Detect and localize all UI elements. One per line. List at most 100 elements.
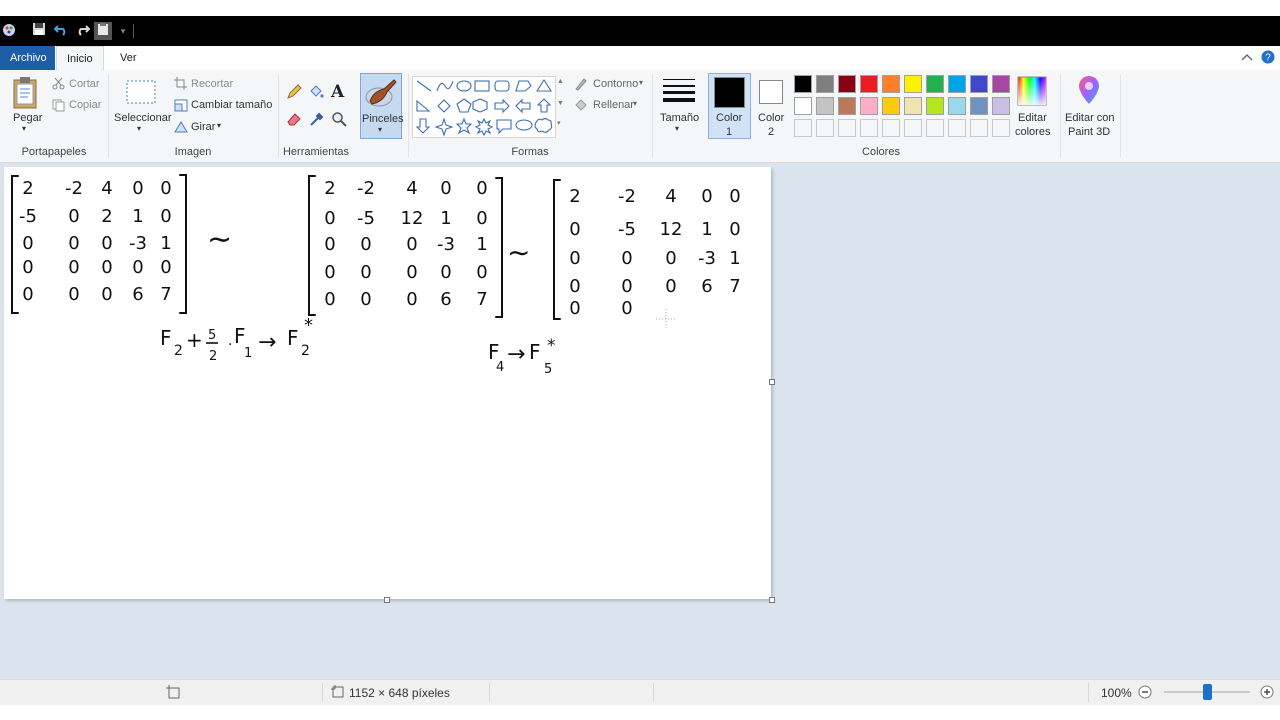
resize-handle-corner[interactable] — [769, 597, 775, 603]
select-dropdown-icon[interactable]: ▾ — [137, 124, 141, 133]
matrix2-right-bracket — [495, 177, 503, 318]
paste-dropdown-icon[interactable]: ▾ — [22, 124, 26, 133]
palette-color-swatch[interactable] — [860, 75, 878, 93]
matrix-entry: 0 — [360, 234, 371, 255]
group-separator — [1120, 74, 1121, 158]
palette-empty-swatch[interactable] — [904, 119, 922, 137]
paint-app-icon[interactable] — [0, 22, 18, 40]
line-size-icon[interactable] — [662, 77, 696, 108]
shapes-gallery[interactable] — [412, 76, 556, 138]
op1-dot: · — [228, 337, 232, 353]
color2-swatch[interactable] — [759, 80, 783, 104]
palette-color-swatch[interactable] — [838, 97, 856, 115]
matrix-entry: 0 — [68, 284, 79, 305]
palette-empty-swatch[interactable] — [926, 119, 944, 137]
palette-color-swatch[interactable] — [794, 75, 812, 93]
clipboard-qat-icon[interactable] — [94, 22, 112, 40]
zoom-slider-thumb[interactable] — [1203, 684, 1212, 700]
tab-archivo[interactable]: Archivo — [0, 46, 55, 70]
drawing-canvas[interactable]: 2 -2 4 0 0 -5 0 2 1 0 0 0 0 -3 1 0 0 0 0 0 0 0 0 6 7 2 -2 4 0 0 0 -5 12… — [4, 167, 771, 599]
palette-color-swatch[interactable] — [904, 97, 922, 115]
tab-ver[interactable]: Ver — [110, 46, 147, 70]
paint3d-line1[interactable]: Editar con — [1065, 112, 1115, 124]
palette-empty-swatch[interactable] — [860, 119, 878, 137]
shapes-expand-icon[interactable]: ▾ — [557, 120, 561, 128]
magnifier-icon[interactable] — [331, 111, 347, 130]
palette-color-swatch[interactable] — [948, 97, 966, 115]
tab-inicio[interactable]: Inicio — [56, 46, 104, 71]
tilde-1: ∼ — [207, 222, 232, 257]
paint3d-line2[interactable]: Paint 3D — [1068, 126, 1110, 138]
palette-empty-swatch[interactable] — [970, 119, 988, 137]
text-tool-icon[interactable]: A — [331, 82, 344, 102]
pencil-icon[interactable] — [286, 84, 302, 103]
zoom-out-icon[interactable] — [1138, 685, 1152, 702]
paste-icon[interactable] — [12, 76, 40, 113]
palette-color-swatch[interactable] — [860, 97, 878, 115]
collapse-ribbon-icon[interactable] — [1240, 51, 1254, 68]
paint3d-icon[interactable] — [1076, 76, 1102, 109]
matrix-entry: 6 — [440, 289, 451, 310]
help-icon[interactable]: ? — [1261, 50, 1275, 67]
shapes-scroll-down-icon[interactable]: ▼ — [557, 100, 564, 108]
resize-handle-right[interactable] — [769, 379, 775, 385]
status-separator — [489, 683, 490, 702]
resize-button[interactable]: Cambiar tamaño — [191, 99, 272, 111]
palette-empty-swatch[interactable] — [948, 119, 966, 137]
rotate-dropdown-icon[interactable]: ▾ — [217, 121, 221, 130]
palette-color-swatch[interactable] — [992, 97, 1010, 115]
palette-color-swatch[interactable] — [794, 97, 812, 115]
palette-empty-swatch[interactable] — [992, 119, 1010, 137]
matrix-entry: 2 — [101, 206, 112, 227]
matrix-entry: 0 — [160, 178, 171, 199]
canvas-dimensions: 1152 × 648 píxeles — [349, 686, 450, 700]
select-button[interactable]: Seleccionar — [114, 112, 171, 124]
brushes-dropdown-icon[interactable]: ▾ — [378, 125, 382, 134]
palette-color-swatch[interactable] — [992, 75, 1010, 93]
op1-frac-den: 2 — [209, 349, 217, 364]
crop-button[interactable]: Recortar — [191, 78, 233, 90]
palette-color-swatch[interactable] — [816, 75, 834, 93]
outline-button[interactable]: Contorno — [593, 78, 638, 90]
palette-empty-swatch[interactable] — [882, 119, 900, 137]
edit-colors-icon[interactable] — [1017, 76, 1047, 109]
color-picker-icon[interactable] — [309, 111, 325, 130]
select-icon[interactable] — [126, 80, 156, 109]
undo-icon[interactable] — [52, 22, 70, 40]
palette-color-swatch[interactable] — [970, 97, 988, 115]
cut-button[interactable]: Cortar — [69, 78, 100, 90]
palette-color-swatch[interactable] — [970, 75, 988, 93]
outline-dropdown-icon[interactable]: ▾ — [639, 78, 643, 87]
resize-handle-bottom[interactable] — [384, 597, 390, 603]
edit-colors-line2[interactable]: colores — [1015, 126, 1050, 138]
fill-bucket-icon[interactable] — [308, 84, 324, 103]
customize-qat-icon[interactable]: ▾ — [114, 22, 132, 40]
palette-color-swatch[interactable] — [926, 97, 944, 115]
rotate-button[interactable]: Girar — [191, 121, 215, 133]
palette-color-swatch[interactable] — [882, 75, 900, 93]
bottom-margin — [0, 705, 1280, 720]
palette-color-swatch[interactable] — [904, 75, 922, 93]
redo-icon[interactable] — [74, 22, 92, 40]
copy-button[interactable]: Copiar — [69, 99, 101, 111]
fill-button[interactable]: Rellenar — [593, 99, 634, 111]
zoom-in-icon[interactable] — [1260, 685, 1274, 702]
size-dropdown-icon[interactable]: ▾ — [675, 124, 679, 133]
palette-empty-swatch[interactable] — [816, 119, 834, 137]
palette-empty-swatch[interactable] — [838, 119, 856, 137]
palette-color-swatch[interactable] — [816, 97, 834, 115]
palette-color-swatch[interactable] — [926, 75, 944, 93]
palette-color-swatch[interactable] — [838, 75, 856, 93]
eraser-icon[interactable] — [286, 111, 302, 130]
palette-empty-swatch[interactable] — [794, 119, 812, 137]
op2-sub2: 5 — [544, 362, 552, 377]
palette-color-swatch[interactable] — [948, 75, 966, 93]
shapes-scroll-up-icon[interactable]: ▲ — [557, 78, 564, 86]
matrix-entry: 0 — [569, 219, 580, 240]
edit-colors-line1[interactable]: Editar — [1018, 112, 1047, 124]
paste-button[interactable]: Pegar — [13, 112, 42, 124]
save-icon[interactable] — [30, 22, 48, 40]
fill-dropdown-icon[interactable]: ▾ — [633, 99, 637, 108]
palette-color-swatch[interactable] — [882, 97, 900, 115]
size-button[interactable]: Tamaño — [660, 112, 699, 124]
